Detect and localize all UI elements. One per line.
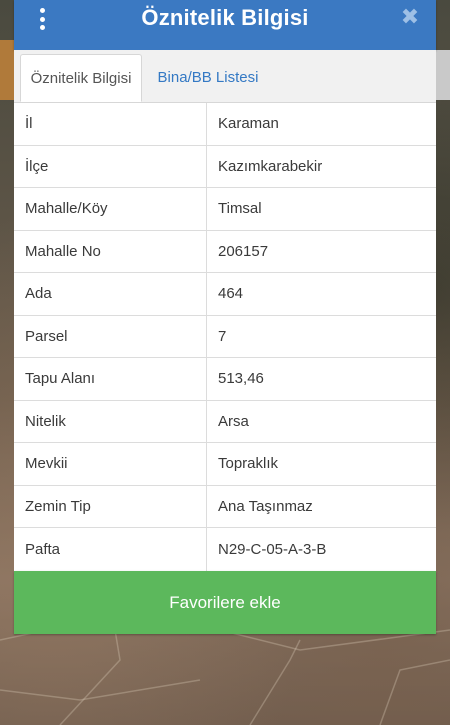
attribute-value: 513,46 — [218, 370, 264, 388]
map-edge-strip-right — [436, 50, 450, 100]
attribute-value: Timsal — [218, 200, 262, 218]
table-row: Zemin Tip Ana Taşınmaz — [14, 485, 436, 528]
table-row: Mevkii Topraklık — [14, 443, 436, 486]
attribute-value: N29-C-05-A-3-B — [218, 540, 327, 558]
attribute-value: Karaman — [218, 115, 279, 133]
page-title: Öznitelik Bilgisi — [141, 5, 309, 30]
attribute-key: İl — [14, 103, 207, 145]
attribute-value: 206157 — [218, 242, 269, 260]
tab-building-list[interactable]: Bina/BB Listesi — [149, 54, 267, 102]
table-row: Parsel 7 — [14, 315, 436, 358]
table-row: Mahalle/Köy Timsal — [14, 188, 436, 231]
table-row: Tapu Alanı 513,46 — [14, 358, 436, 401]
panel-header: Öznitelik Bilgisi ✖ — [14, 0, 436, 50]
table-row: Nitelik Arsa — [14, 400, 436, 443]
attribute-value: 464 — [218, 285, 244, 303]
attribute-key: İlçe — [14, 145, 207, 187]
attribute-key: Ada — [14, 273, 207, 315]
tab-bar: Öznitelik Bilgisi Bina/BB Listesi — [14, 50, 436, 103]
attribute-value: Arsa — [218, 412, 249, 430]
attribute-key: Mahalle/Köy — [14, 188, 207, 230]
attribute-value: 7 — [218, 327, 227, 345]
attribute-table: İl Karaman İlçe Kazımkarabekir Mahalle/Köy Ti… — [14, 103, 436, 571]
attribute-key: Mevkii — [14, 443, 207, 485]
attribute-value: Kazımkarabekir — [218, 157, 323, 175]
close-icon[interactable]: ✖ — [400, 6, 420, 28]
table-row: İl Karaman — [14, 103, 436, 146]
table-row: Ada 464 — [14, 273, 436, 316]
attribute-key: Tapu Alanı — [14, 358, 207, 400]
tab-attribute-info[interactable]: Öznitelik Bilgisi — [20, 54, 142, 102]
attribute-key: Parsel — [14, 315, 207, 357]
attribute-value: Topraklık — [218, 455, 279, 473]
attribute-key: Pafta — [14, 528, 207, 571]
table-row: Mahalle No 206157 — [14, 230, 436, 273]
table-row: Pafta N29-C-05-A-3-B — [14, 528, 436, 571]
add-to-favorites-button[interactable]: Favorilere ekle — [14, 571, 436, 634]
map-edge-strip — [0, 40, 14, 100]
attribute-key: Mahalle No — [14, 230, 207, 272]
attribute-key: Nitelik — [14, 400, 207, 442]
attribute-key: Zemin Tip — [14, 485, 207, 527]
attribute-value: Ana Taşınmaz — [218, 497, 313, 515]
table-row: İlçe Kazımkarabekir — [14, 145, 436, 188]
